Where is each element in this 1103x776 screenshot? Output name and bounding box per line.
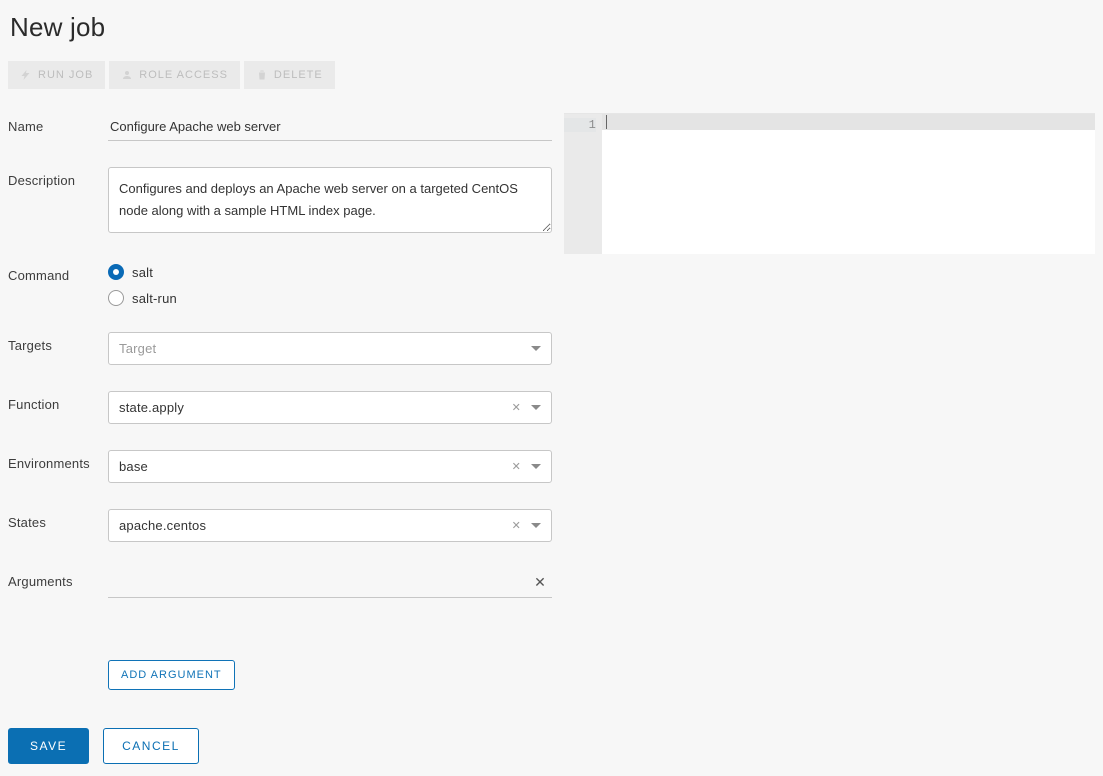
code-editor-panel: 1 bbox=[564, 113, 1095, 254]
delete-label: DELETE bbox=[274, 69, 323, 81]
page-title: New job bbox=[10, 12, 1095, 43]
cursor-icon bbox=[606, 115, 607, 129]
active-line-highlight bbox=[602, 114, 1095, 130]
environments-value: base bbox=[119, 459, 148, 474]
lightning-icon bbox=[20, 69, 32, 81]
clear-function-icon[interactable]: ✕ bbox=[512, 401, 521, 414]
run-job-button[interactable]: RUN JOB bbox=[8, 61, 105, 89]
command-label: Command bbox=[8, 262, 108, 283]
role-access-label: ROLE ACCESS bbox=[139, 69, 228, 81]
clear-states-icon[interactable]: ✕ bbox=[512, 519, 521, 532]
footer: SAVE CANCEL bbox=[8, 728, 552, 764]
clear-environments-icon[interactable]: ✕ bbox=[512, 460, 521, 473]
states-label: States bbox=[8, 509, 108, 530]
cancel-button[interactable]: CANCEL bbox=[103, 728, 199, 764]
radio-salt-label: salt bbox=[132, 265, 153, 280]
editor-gutter: 1 bbox=[564, 114, 602, 254]
chevron-down-icon bbox=[531, 523, 541, 528]
chevron-down-icon bbox=[531, 405, 541, 410]
argument-input[interactable] bbox=[110, 574, 530, 591]
environments-label: Environments bbox=[8, 450, 108, 471]
targets-select[interactable]: Target bbox=[108, 332, 552, 365]
run-job-label: RUN JOB bbox=[38, 69, 93, 81]
remove-argument-icon[interactable]: ✕ bbox=[530, 574, 550, 591]
chevron-down-icon bbox=[531, 464, 541, 469]
states-select[interactable]: apache.centos ✕ bbox=[108, 509, 552, 542]
radio-dot-icon bbox=[108, 290, 124, 306]
radio-salt-run[interactable]: salt-run bbox=[108, 290, 552, 306]
function-label: Function bbox=[8, 391, 108, 412]
description-textarea[interactable]: Configures and deploys an Apache web ser… bbox=[108, 167, 552, 233]
add-argument-button[interactable]: ADD ARGUMENT bbox=[108, 660, 235, 690]
environments-select[interactable]: base ✕ bbox=[108, 450, 552, 483]
targets-placeholder: Target bbox=[119, 341, 156, 356]
radio-salt[interactable]: salt bbox=[108, 264, 552, 280]
role-access-button[interactable]: ROLE ACCESS bbox=[109, 61, 240, 89]
targets-label: Targets bbox=[8, 332, 108, 353]
states-value: apache.centos bbox=[119, 518, 206, 533]
argument-row: ✕ bbox=[108, 568, 552, 598]
toolbar: RUN JOB ROLE ACCESS DELETE bbox=[8, 61, 1095, 89]
chevron-down-icon bbox=[531, 346, 541, 351]
user-icon bbox=[121, 69, 133, 81]
save-button[interactable]: SAVE bbox=[8, 728, 89, 764]
name-label: Name bbox=[8, 113, 108, 134]
name-input[interactable] bbox=[108, 113, 552, 141]
delete-button[interactable]: DELETE bbox=[244, 61, 335, 89]
arguments-label: Arguments bbox=[8, 568, 108, 589]
line-number: 1 bbox=[564, 118, 596, 132]
radio-dot-icon bbox=[108, 264, 124, 280]
description-label: Description bbox=[8, 167, 108, 188]
function-select[interactable]: state.apply ✕ bbox=[108, 391, 552, 424]
trash-icon bbox=[256, 69, 268, 81]
code-editor[interactable] bbox=[602, 114, 1095, 254]
radio-salt-run-label: salt-run bbox=[132, 291, 177, 306]
function-value: state.apply bbox=[119, 400, 184, 415]
